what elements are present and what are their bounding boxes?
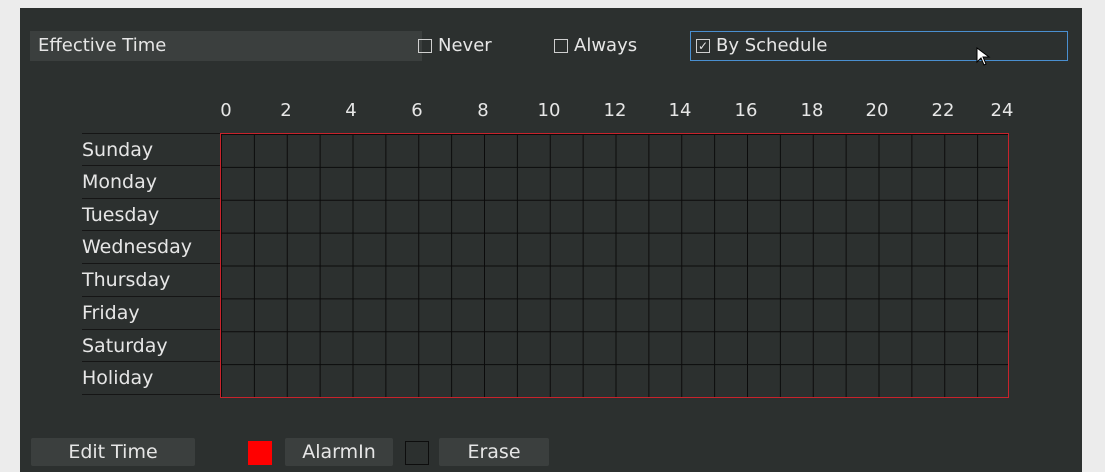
never-option[interactable]: Never: [418, 31, 492, 61]
edit-time-button[interactable]: Edit Time: [31, 438, 195, 466]
day-label-holiday: Holiday: [82, 362, 220, 395]
erase-button[interactable]: Erase: [439, 438, 549, 466]
effective-time-row: Effective Time Never Always ✓ By Schedul…: [30, 31, 1070, 61]
hour-axis: 0 2 4 6 8 10 12 14 16 18 20 22 24: [0, 100, 1105, 126]
hour-label: 2: [280, 100, 292, 121]
always-label: Always: [574, 35, 638, 56]
hour-label: 8: [477, 100, 489, 121]
hour-label: 10: [537, 100, 561, 121]
effective-time-label: Effective Time: [30, 31, 422, 61]
always-checkbox[interactable]: [554, 39, 568, 53]
hour-label: 14: [668, 100, 692, 121]
hour-label: 18: [800, 100, 824, 121]
hour-label: 22: [931, 100, 955, 121]
day-label-monday: Monday: [82, 166, 220, 199]
day-label-thursday: Thursday: [82, 264, 220, 297]
by-schedule-option[interactable]: ✓ By Schedule: [690, 31, 1068, 61]
day-labels: Sunday Monday Tuesday Wednesday Thursday…: [82, 133, 220, 395]
day-label-friday: Friday: [82, 297, 220, 330]
hour-label: 24: [990, 100, 1014, 121]
hour-label: 16: [734, 100, 758, 121]
hour-label: 20: [865, 100, 889, 121]
alarmin-button[interactable]: AlarmIn: [285, 438, 393, 466]
day-label-saturday: Saturday: [82, 330, 220, 363]
hour-label: 0: [220, 100, 232, 121]
by-schedule-label: By Schedule: [716, 35, 828, 56]
hour-label: 6: [411, 100, 423, 121]
hour-label: 4: [345, 100, 357, 121]
mouse-cursor-icon: [976, 47, 991, 66]
day-label-tuesday: Tuesday: [82, 199, 220, 232]
by-schedule-checkbox[interactable]: ✓: [696, 39, 710, 53]
always-option[interactable]: Always: [554, 31, 637, 61]
alarm-color-swatch[interactable]: [248, 441, 272, 465]
schedule-grid[interactable]: [220, 133, 1009, 398]
hour-label: 12: [603, 100, 627, 121]
erase-color-swatch[interactable]: [405, 441, 429, 465]
never-checkbox[interactable]: [418, 39, 432, 53]
never-label: Never: [438, 35, 492, 56]
day-label-wednesday: Wednesday: [82, 231, 220, 264]
day-label-sunday: Sunday: [82, 133, 220, 166]
